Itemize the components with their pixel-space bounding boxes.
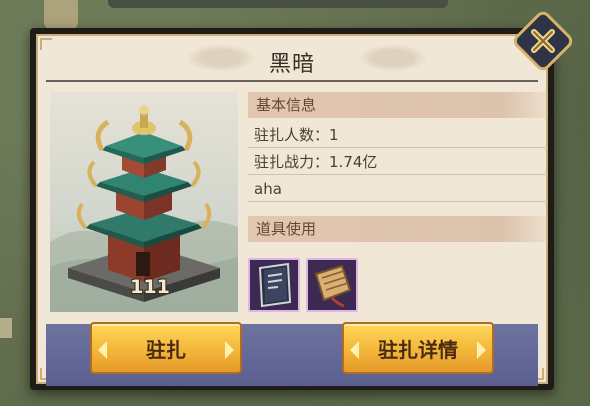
chevron-right-icon <box>225 341 234 359</box>
garrison-details-button[interactable]: 驻扎详情 <box>342 322 494 374</box>
garrison-button[interactable]: 驻扎 <box>90 322 242 374</box>
garrison-details-label: 驻扎详情 <box>378 337 458 362</box>
power-value: 1.74亿 <box>329 153 378 171</box>
troops-label: 驻扎人数： <box>254 126 330 144</box>
top-bar <box>108 0 448 8</box>
power-label: 驻扎战力： <box>254 153 330 171</box>
left-arrow-partial <box>0 318 12 338</box>
owner-name: aha <box>254 180 282 198</box>
troops-row: 驻扎人数：1 <box>248 122 548 148</box>
title-divider <box>46 80 538 82</box>
basic-info-header: 基本信息 <box>248 92 548 118</box>
dialog-title: 黑暗 <box>268 52 315 77</box>
power-row: 驻扎战力：1.74亿 <box>248 149 548 175</box>
scroll-icon <box>314 264 352 308</box>
building-level: 111 <box>130 276 170 298</box>
garrison-button-label: 驻扎 <box>146 337 186 362</box>
item-slot-book[interactable] <box>248 258 300 312</box>
owner-row: aha <box>248 176 548 202</box>
chevron-left-icon <box>98 341 107 359</box>
item-slot-scroll[interactable] <box>306 258 358 312</box>
chevron-right-icon <box>477 341 486 359</box>
book-icon <box>258 262 292 308</box>
items-header: 道具使用 <box>248 216 548 242</box>
back-button-partial <box>44 0 78 30</box>
chevron-left-icon <box>350 341 359 359</box>
troops-value: 1 <box>329 126 339 144</box>
